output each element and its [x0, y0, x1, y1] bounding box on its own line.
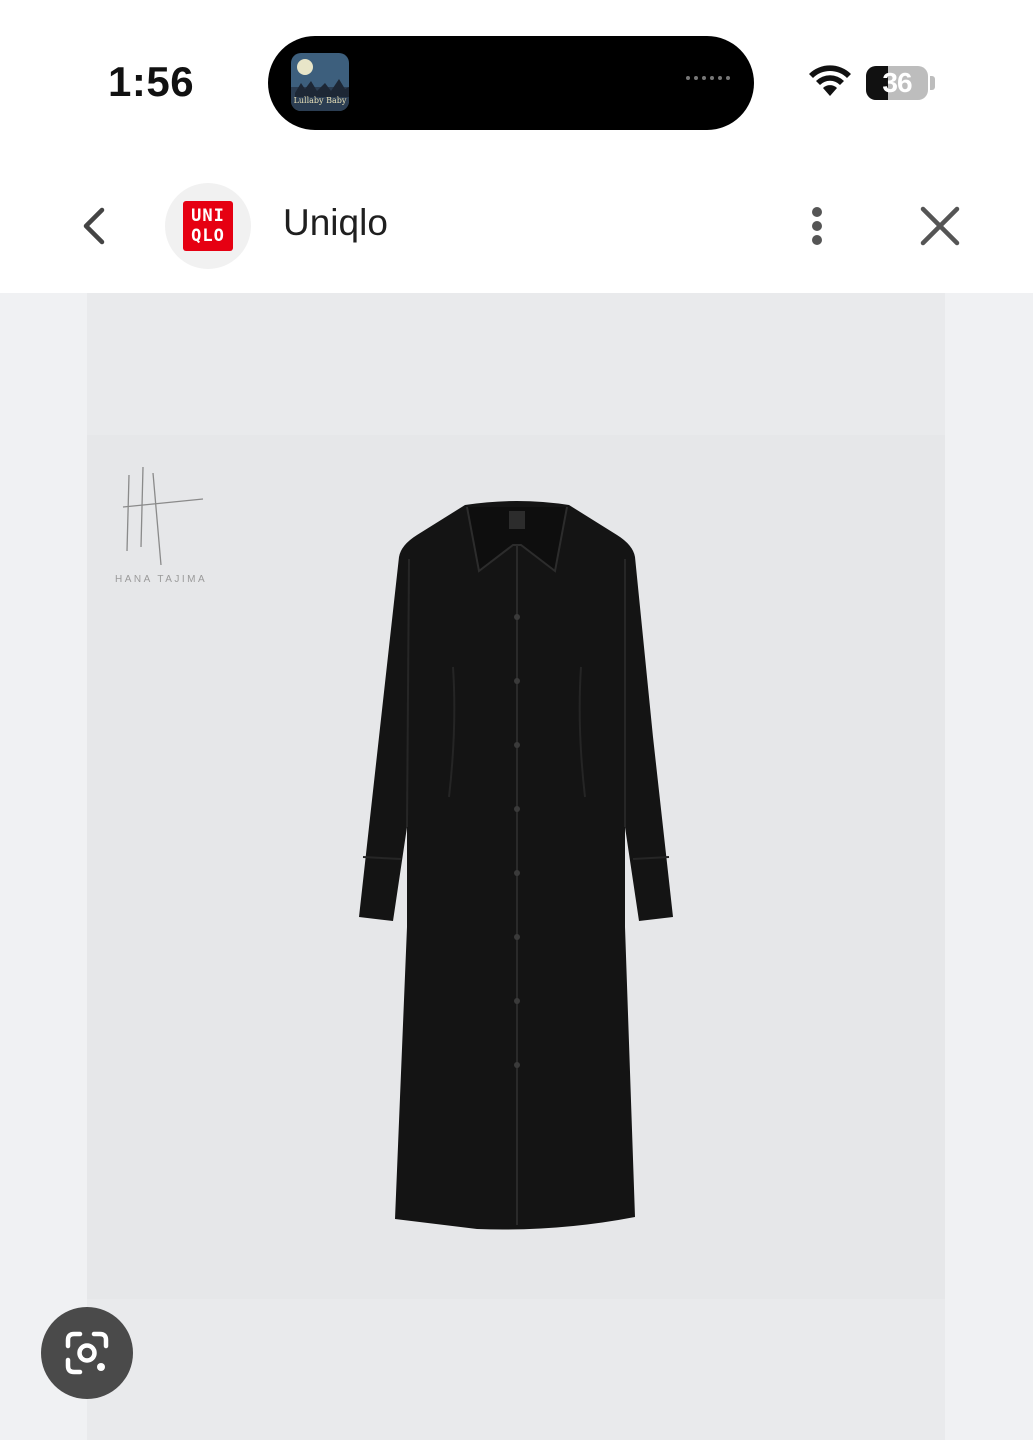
lens-icon: [65, 1331, 109, 1375]
screen: 1:56 Lullaby Baby 36 UNI QLO Uniqlo HANA…: [0, 0, 1033, 1440]
uniqlo-logo: UNI QLO: [183, 201, 233, 251]
now-playing-artwork: Lullaby Baby: [291, 53, 349, 111]
now-playing-title: Lullaby Baby: [294, 96, 347, 105]
battery-level: 36: [882, 67, 912, 98]
product-photo: HANA TAJIMA: [87, 435, 945, 1299]
chevron-left-icon: [83, 207, 105, 245]
back-button[interactable]: [72, 200, 116, 252]
status-time: 1:56: [108, 58, 195, 105]
more-vertical-icon: [812, 207, 822, 245]
more-options-button[interactable]: [800, 200, 834, 252]
lens-search-button[interactable]: [41, 1307, 133, 1399]
image-viewer[interactable]: HANA TAJIMA: [0, 293, 1033, 1440]
site-title: Uniqlo: [283, 202, 388, 243]
battery-indicator: 36: [866, 66, 928, 100]
product-image[interactable]: HANA TAJIMA: [87, 293, 945, 1440]
brand-caption: HANA TAJIMA: [115, 574, 208, 585]
close-button[interactable]: [914, 200, 966, 252]
site-logo[interactable]: UNI QLO: [165, 183, 251, 269]
close-icon: [920, 206, 960, 246]
dynamic-island[interactable]: Lullaby Baby: [268, 36, 754, 130]
wifi-icon: [809, 65, 851, 96]
logo-line-1: UNI: [191, 206, 225, 226]
island-waveform: [686, 76, 730, 80]
battery-nub: [930, 76, 935, 90]
logo-line-2: QLO: [191, 226, 225, 246]
dress-illustration: [359, 501, 673, 1230]
